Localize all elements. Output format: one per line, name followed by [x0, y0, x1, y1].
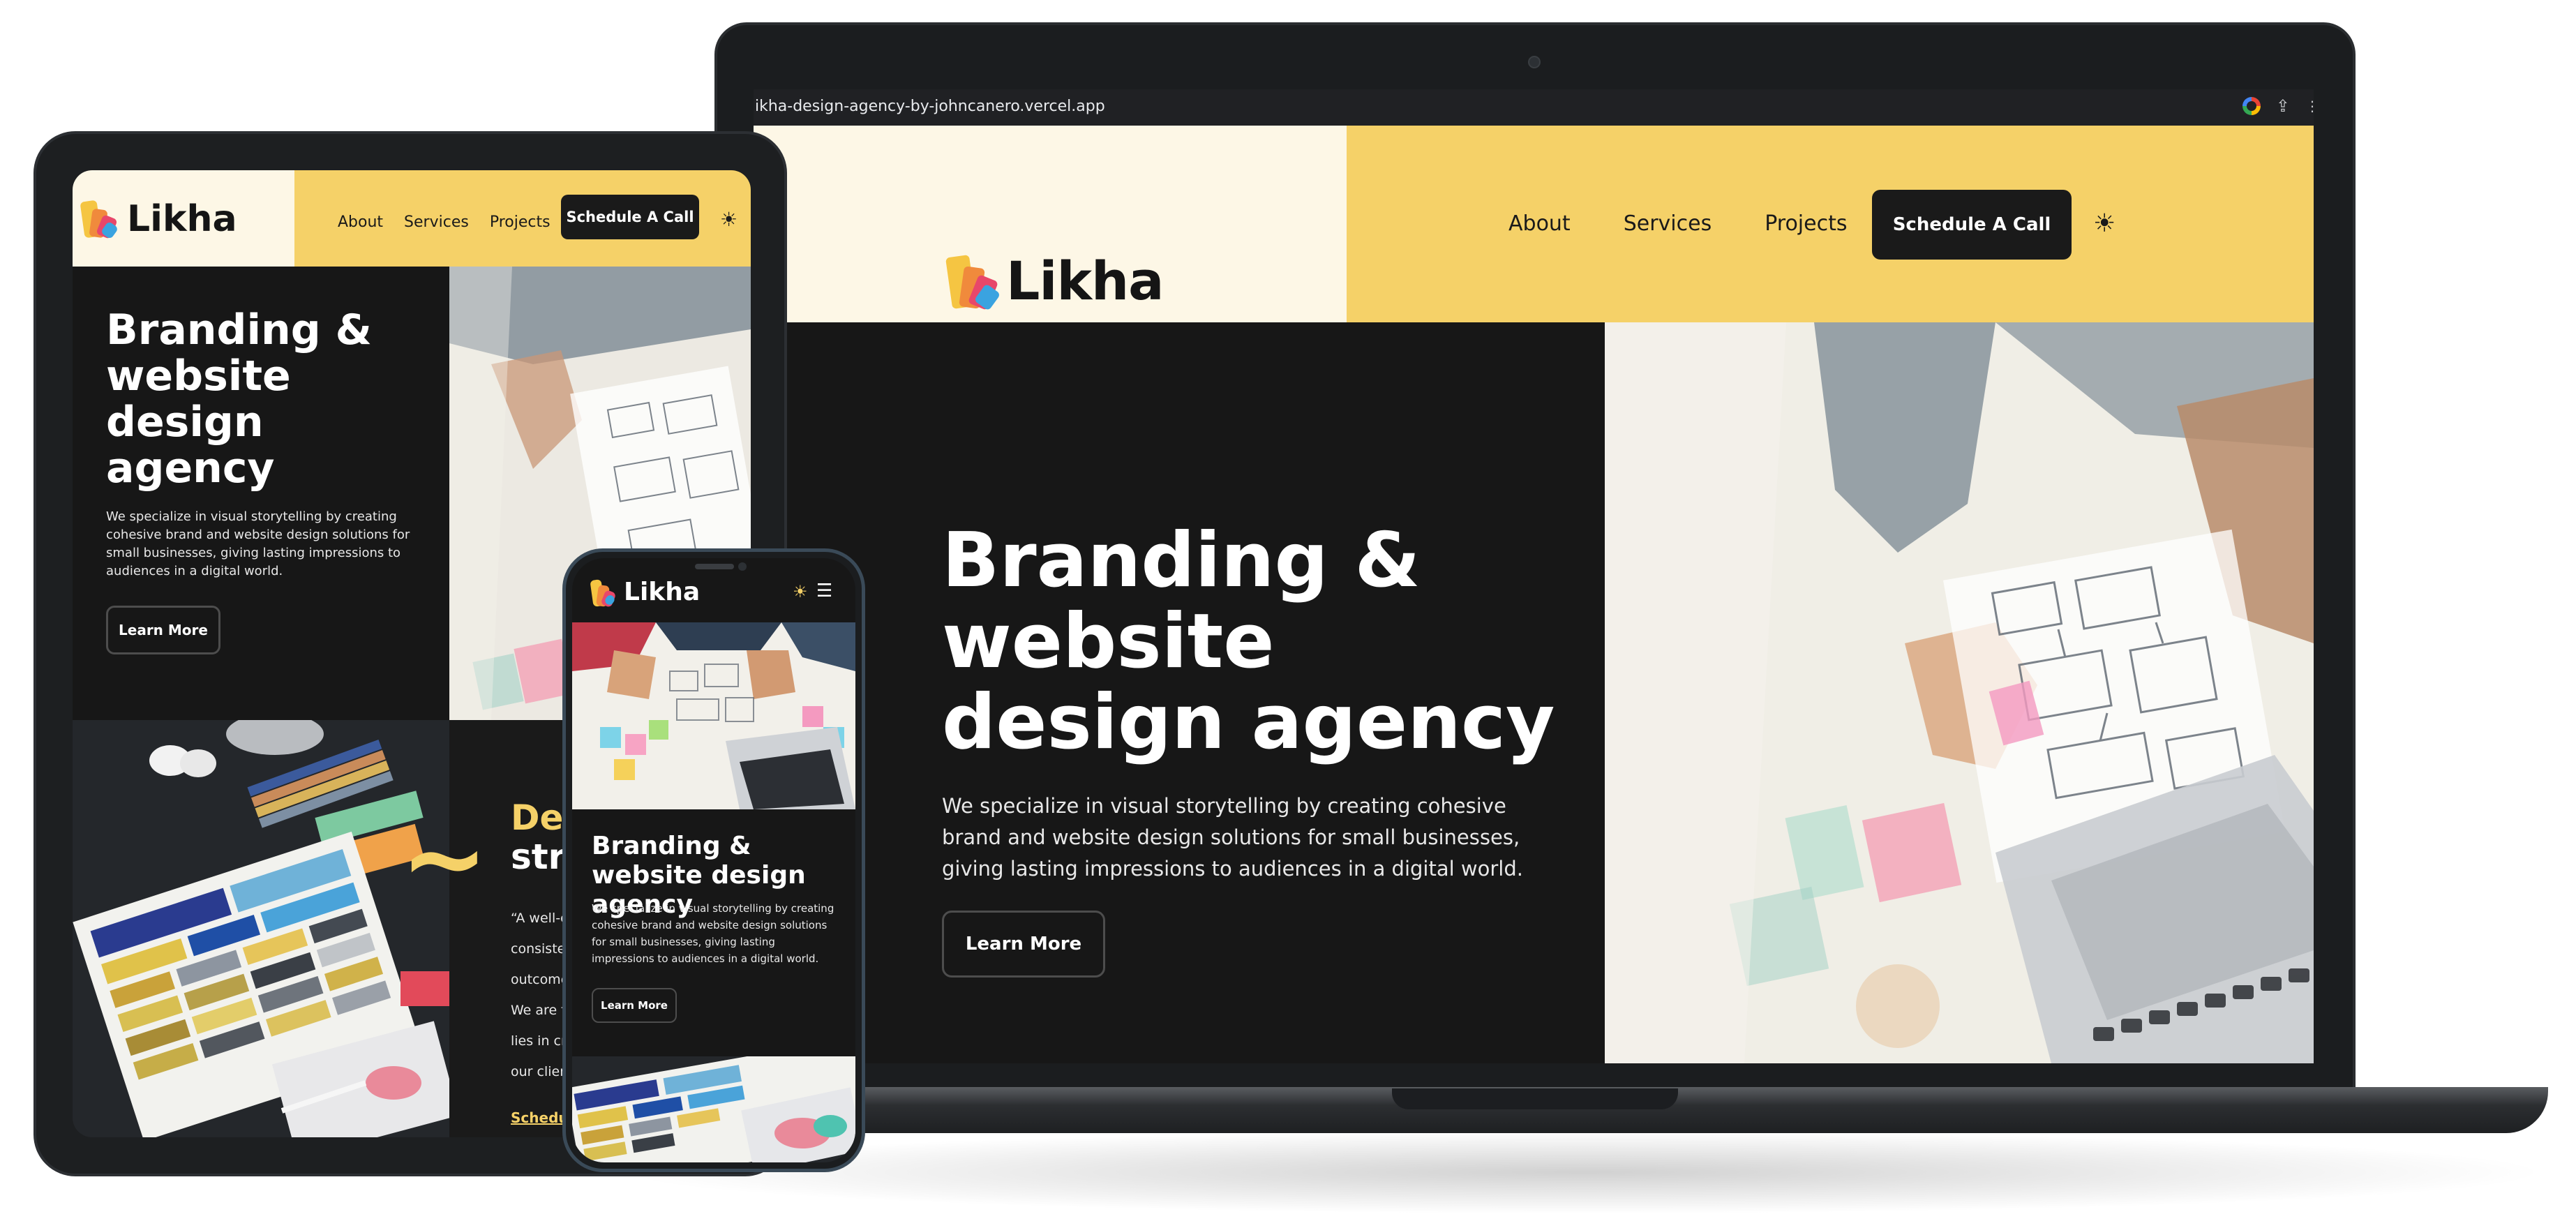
phone-hero-image	[572, 622, 855, 809]
phone-site-logo[interactable]: Likha	[590, 578, 701, 608]
tablet-site-logo[interactable]: Likha	[80, 198, 237, 240]
phone-hero-photo	[572, 622, 855, 809]
nav-link-projects[interactable]: Projects	[490, 214, 551, 231]
site-logo[interactable]: Likha	[945, 250, 1164, 312]
nav-link-about[interactable]: About	[1508, 211, 1571, 236]
tablet-main-nav: About Services Projects	[338, 214, 571, 231]
phone-learn-more-button[interactable]: Learn More	[592, 988, 677, 1023]
schedule-call-button[interactable]: Schedule A Call	[561, 195, 699, 239]
sun-icon[interactable]: ☀	[720, 208, 737, 231]
browser-actions: ⇪ ⋮	[2242, 96, 2314, 116]
laptop-screen: ikha-design-agency-by-johncanero.vercel.…	[754, 89, 2314, 1063]
logo-icon	[80, 200, 119, 240]
learn-more-button[interactable]: Learn More	[942, 911, 1105, 978]
browser-address-bar[interactable]: ikha-design-agency-by-johncanero.vercel.…	[754, 89, 2314, 126]
logo-text: Likha	[1006, 250, 1164, 312]
browser-url[interactable]: ikha-design-agency-by-johncanero.vercel.…	[755, 98, 1105, 115]
hero-description: We specialize in visual storytelling by …	[942, 794, 1523, 881]
sun-icon[interactable]: ☀	[2093, 209, 2116, 238]
logo-icon	[945, 253, 1001, 311]
phone-camera	[738, 562, 747, 571]
hero-image	[1605, 322, 2314, 1063]
tablet-schedule-link[interactable]: Schedu	[511, 1109, 569, 1126]
schedule-call-button[interactable]: Schedule A Call	[1872, 190, 2072, 260]
hero-title: Branding & website design agency	[942, 517, 1555, 766]
tablet-learn-more-button[interactable]: Learn More	[106, 606, 220, 654]
phone-hero-description: We specialize in visual storytelling by …	[592, 902, 834, 965]
main-nav: About Services Projects	[1508, 211, 1901, 236]
nav-link-services[interactable]: Services	[1624, 211, 1712, 236]
logo-text: Likha	[127, 198, 237, 240]
phone-speaker	[695, 564, 734, 569]
phone-screen: Likha ☀ ☰ Branding & website design agen…	[572, 558, 855, 1162]
share-icon[interactable]: ⇪	[2276, 96, 2290, 116]
phone-section-image	[572, 1056, 855, 1162]
logo-icon	[590, 578, 617, 608]
tablet-section-image	[73, 720, 449, 1137]
phone-swatch-photo	[572, 1056, 855, 1162]
nav-link-services[interactable]: Services	[404, 214, 469, 231]
laptop-camera	[1528, 56, 1541, 68]
tablet-hero-title: Branding & website design agency	[106, 306, 372, 493]
logo-text: Likha	[624, 578, 701, 606]
hero-photo-illustration	[1605, 322, 2314, 1063]
nav-link-projects[interactable]: Projects	[1765, 211, 1847, 236]
sun-icon[interactable]: ☀	[793, 582, 808, 601]
color-swatch-photo	[73, 720, 449, 1137]
nav-link-about[interactable]: About	[338, 214, 383, 231]
tablet-hero-description: We specialize in visual storytelling by …	[106, 509, 410, 578]
google-icon[interactable]	[2242, 97, 2261, 115]
laptop-shadow	[614, 1130, 2554, 1214]
laptop-hinge-notch	[1392, 1088, 1678, 1109]
more-icon[interactable]: ⋮	[2305, 98, 2314, 114]
hamburger-icon[interactable]: ☰	[816, 581, 832, 601]
tilde-decoration-icon: ~	[400, 798, 488, 920]
